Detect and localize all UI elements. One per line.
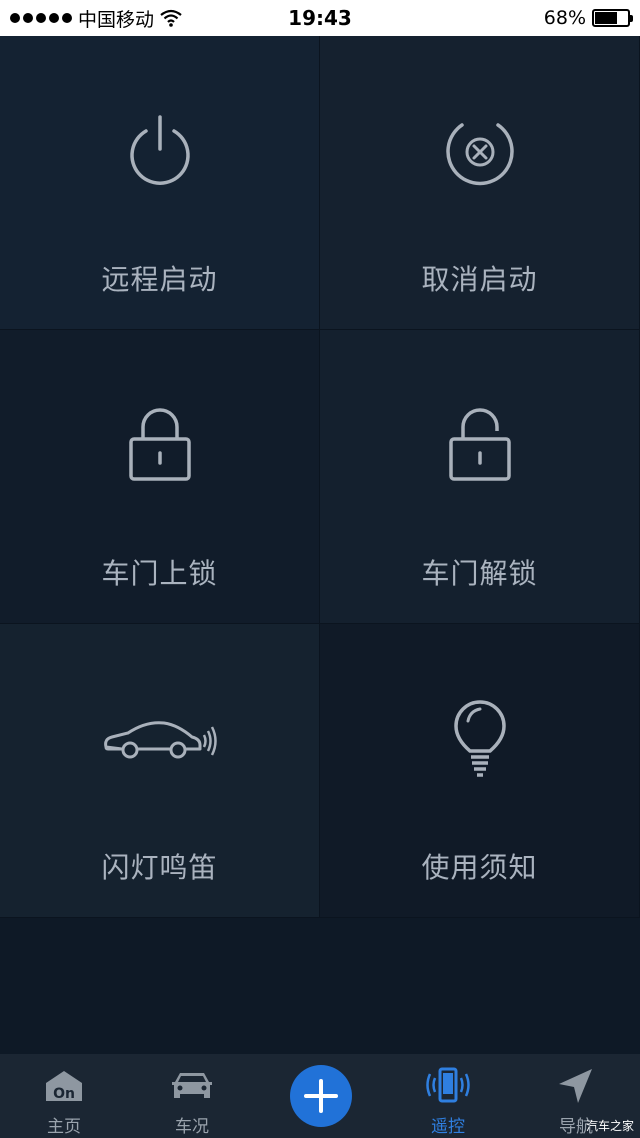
car-icon [169, 1066, 215, 1106]
battery-percent: 68% [543, 7, 586, 29]
lightbulb-icon [430, 694, 530, 784]
lock-doors-label: 车门上锁 [101, 557, 218, 590]
unlock-doors-button[interactable]: 车门解锁 [320, 330, 640, 624]
unlock-doors-label: 车门解锁 [421, 557, 538, 590]
cancel-start-button[interactable]: 取消启动 [320, 36, 640, 330]
status-left: 中国移动 [10, 5, 182, 32]
plus-icon [304, 1079, 338, 1113]
tab-vehicle-status-label: 车况 [175, 1117, 209, 1137]
car-horn-icon [100, 694, 220, 784]
tab-home-label: 主页 [47, 1117, 81, 1137]
lock-doors-button[interactable]: 车门上锁 [0, 330, 320, 624]
remote-start-label: 远程启动 [101, 263, 218, 296]
battery-icon [592, 9, 633, 27]
tab-vehicle-status[interactable]: 车况 [128, 1054, 256, 1138]
remote-phone-icon [423, 1066, 473, 1106]
usage-notes-button[interactable]: 使用须知 [320, 624, 640, 918]
remote-start-button[interactable]: 远程启动 [0, 36, 320, 330]
tab-remote[interactable]: 遥控 [384, 1054, 512, 1138]
signal-strength-icon [10, 13, 72, 23]
tab-home[interactable]: On 主页 [0, 1054, 128, 1138]
status-bar: 中国移动 19:43 68% [0, 0, 640, 36]
remote-controls-grid: 远程启动 取消启动 车门上锁 车门解锁 闪灯鸣笛 使用须知 [0, 36, 640, 918]
flash-horn-button[interactable]: 闪灯鸣笛 [0, 624, 320, 918]
empty-area [0, 918, 640, 1054]
battery-level [595, 12, 617, 24]
carrier-name: 中国移动 [78, 8, 155, 31]
svg-text:On: On [53, 1086, 75, 1102]
watermark: 汽车之家 [585, 1119, 634, 1133]
add-button[interactable] [290, 1065, 352, 1127]
unlock-icon [430, 400, 530, 490]
tab-remote-label: 遥控 [431, 1117, 465, 1137]
power-icon [110, 106, 210, 196]
home-onstar-icon: On [44, 1066, 84, 1106]
wifi-icon [160, 9, 182, 27]
navigation-arrow-icon [556, 1066, 596, 1106]
status-right: 68% [543, 7, 633, 29]
usage-notes-label: 使用须知 [421, 851, 538, 884]
cancel-start-label: 取消启动 [421, 263, 538, 296]
flash-horn-label: 闪灯鸣笛 [101, 851, 218, 884]
lock-icon [110, 400, 210, 490]
cancel-circle-icon [430, 106, 530, 196]
